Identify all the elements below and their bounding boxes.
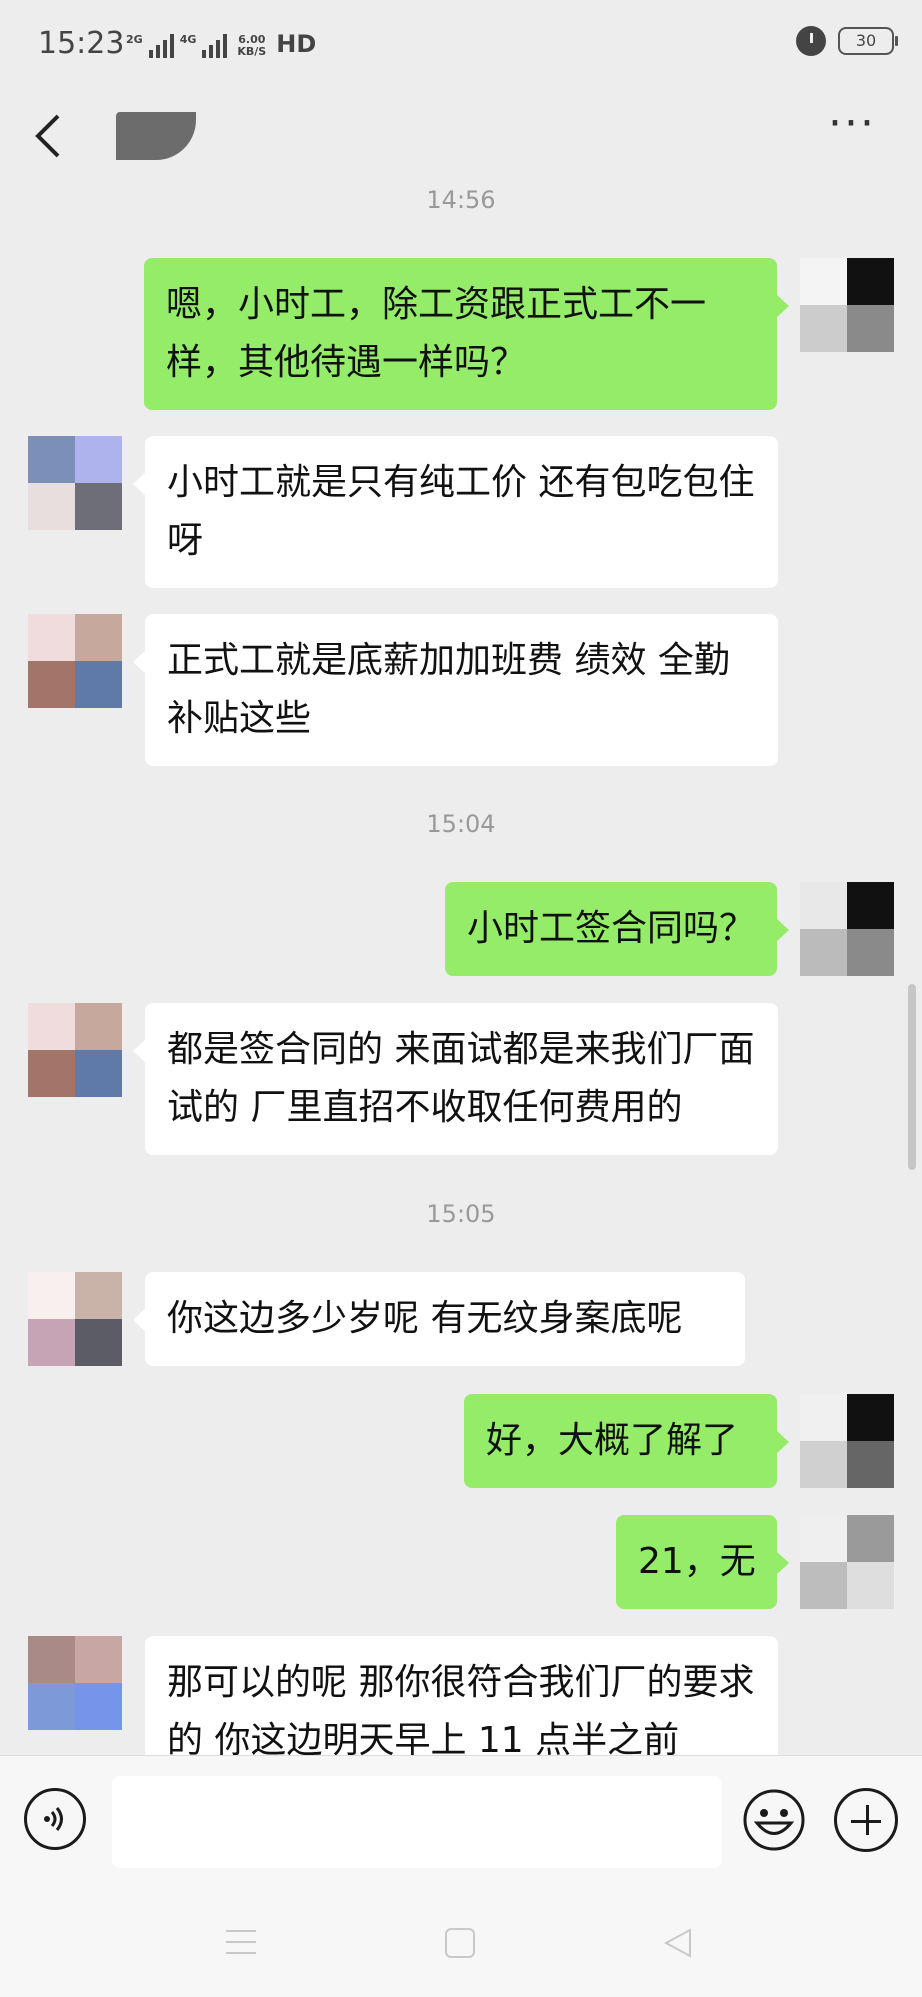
- avatar[interactable]: [28, 436, 122, 530]
- avatar[interactable]: [28, 1003, 122, 1097]
- signal-icon: [202, 34, 228, 58]
- message-bubble-incoming[interactable]: 正式工就是底薪加加班费 绩效 全勤 补贴这些: [133, 614, 778, 766]
- scrollbar[interactable]: [908, 984, 916, 1170]
- chevron-left-icon: [35, 114, 60, 158]
- signal-2-label: 4G: [179, 33, 197, 46]
- back-nav-icon[interactable]: [662, 1927, 694, 1959]
- chat-header: ···: [0, 90, 922, 185]
- timestamp: 15:04: [426, 810, 496, 838]
- message-bubble-outgoing[interactable]: 21，无: [616, 1515, 789, 1609]
- avatar[interactable]: [800, 258, 894, 352]
- avatar[interactable]: [28, 1272, 122, 1366]
- timestamp: 14:56: [426, 186, 496, 214]
- message-bubble-incoming[interactable]: 小时工就是只有纯工价 还有包吃包住呀: [133, 436, 778, 588]
- avatar[interactable]: [800, 1394, 894, 1488]
- avatar[interactable]: [28, 1636, 122, 1730]
- emoji-icon: [743, 1789, 805, 1851]
- message-bubble-outgoing[interactable]: 嗯，小时工，除工资跟正式工不一样，其他待遇一样吗？: [144, 258, 789, 410]
- avatar[interactable]: [28, 614, 122, 708]
- signal-1-label: 2G: [126, 33, 143, 46]
- menu-icon[interactable]: [224, 1927, 258, 1957]
- status-right: 30: [796, 26, 898, 56]
- home-icon[interactable]: [444, 1927, 476, 1959]
- status-bar: 15:23 2G 4G 6.00 KB/S HD 30: [0, 0, 922, 90]
- contact-name-redacted: [116, 112, 196, 160]
- battery-icon: 30: [838, 27, 898, 55]
- signal-icon: [148, 34, 174, 58]
- avatar[interactable]: [800, 1515, 894, 1609]
- message-bubble-incoming[interactable]: 你这边多少岁呢 有无纹身案底呢: [133, 1272, 745, 1366]
- timestamp: 15:05: [426, 1200, 496, 1228]
- message-bubble-outgoing[interactable]: 小时工签合同吗？: [445, 882, 789, 976]
- message-bubble-outgoing[interactable]: 好，大概了解了: [464, 1394, 789, 1488]
- status-time: 15:23: [38, 26, 125, 61]
- emoji-button[interactable]: [742, 1788, 806, 1852]
- alarm-icon: [796, 26, 826, 56]
- back-button[interactable]: [28, 108, 78, 164]
- more-button[interactable]: ···: [822, 102, 882, 162]
- network-status: 2G 4G 6.00 KB/S HD: [126, 30, 316, 58]
- avatar[interactable]: [800, 882, 894, 976]
- message-input[interactable]: [112, 1776, 722, 1868]
- input-bar: [0, 1755, 922, 1886]
- hd-label: HD: [276, 30, 317, 58]
- voice-icon: [44, 1807, 63, 1831]
- plus-icon[interactable]: [834, 1788, 898, 1852]
- message-bubble-incoming[interactable]: 那可以的呢 那你很符合我们厂的要求的 你这边明天早上 11 点半之前: [145, 1636, 778, 1755]
- network-speed: 6.00 KB/S: [237, 34, 266, 58]
- system-nav-bar: [0, 1885, 922, 1997]
- message-bubble-incoming[interactable]: 都是签合同的 来面试都是来我们厂面试的 厂里直招不收取任何费用的: [133, 1003, 778, 1155]
- voice-button[interactable]: [24, 1788, 86, 1850]
- network-speed-unit: KB/S: [237, 45, 267, 58]
